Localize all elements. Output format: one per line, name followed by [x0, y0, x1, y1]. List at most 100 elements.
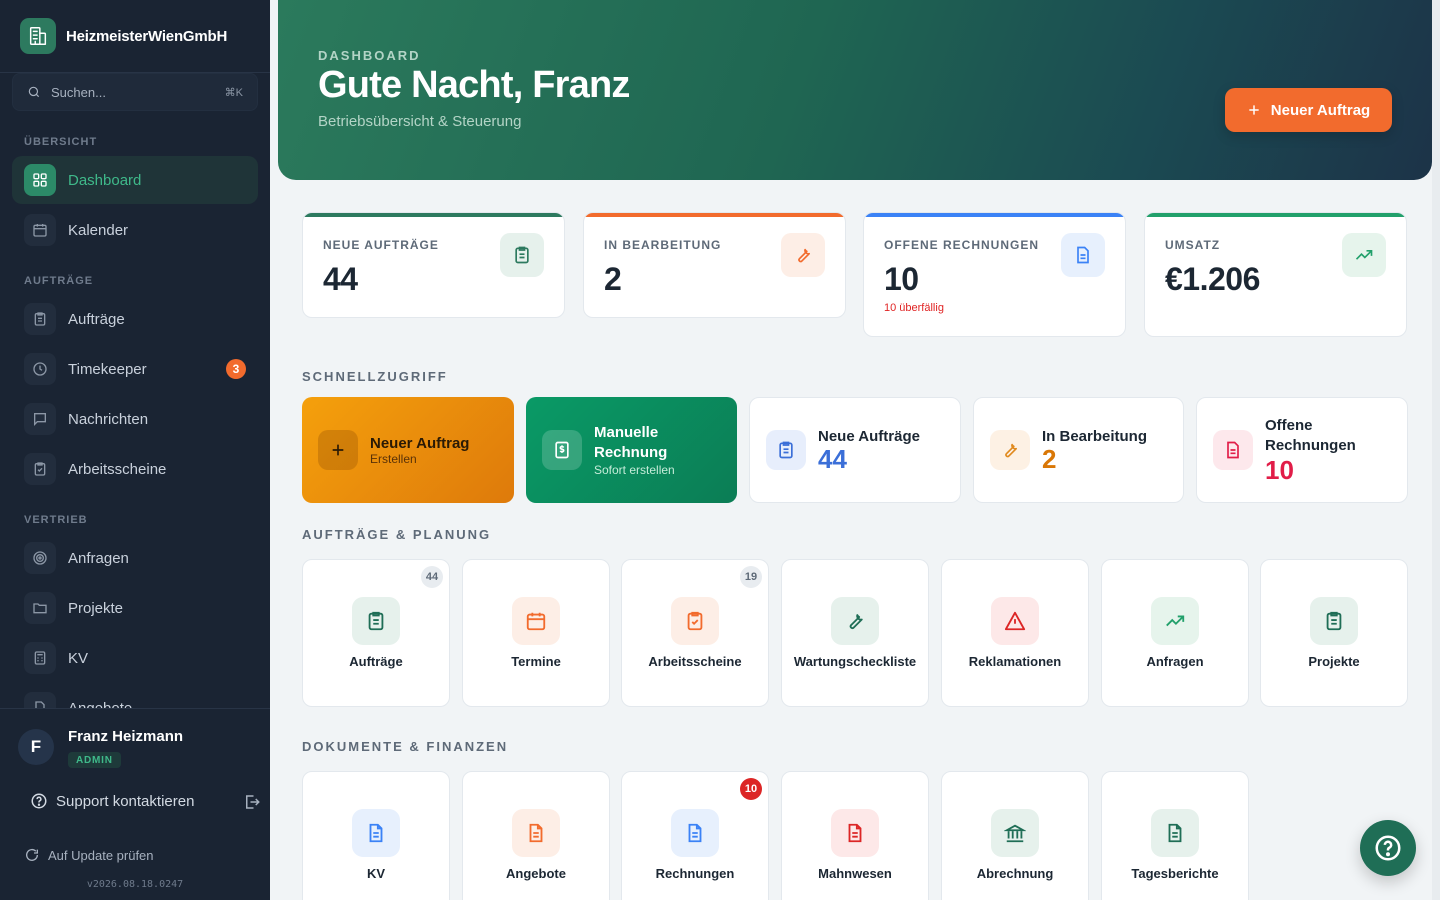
stat-card-new-orders[interactable]: NEUE AUFTRÄGE 44 — [302, 212, 565, 318]
nav-section-overview: ÜBERSICHT — [24, 136, 98, 148]
warning-icon — [991, 597, 1039, 645]
clock-icon — [24, 353, 56, 385]
stat-value: €1.206 — [1165, 261, 1260, 297]
help-circle-icon — [31, 793, 47, 809]
version-text: v2026.08.18.0247 — [86, 879, 184, 890]
quick-sub: Sofort erstellen — [594, 463, 675, 477]
sidebar-item-label: Timekeeper — [68, 360, 147, 378]
sidebar: HeizmeisterWienGmbH Suchen... ⌘K ÜBERSIC… — [0, 0, 270, 900]
sidebar-item-nachrichten[interactable]: Nachrichten — [12, 395, 258, 443]
bank-icon — [991, 809, 1039, 857]
tile-arbeitsscheine[interactable]: 19 Arbeitsscheine — [621, 559, 769, 707]
help-circle-icon — [1375, 835, 1401, 861]
tile-label: Tagesberichte — [1131, 866, 1219, 881]
calculator-icon — [24, 642, 56, 674]
tile-angebote[interactable]: Angebote — [462, 771, 610, 900]
sidebar-item-label: Aufträge — [68, 310, 125, 328]
hero-eyebrow: DASHBOARD — [318, 48, 421, 63]
user-panel: F Franz Heizmann ADMIN Support kontaktie… — [0, 708, 270, 900]
stat-card-revenue[interactable]: UMSATZ €1.206 — [1144, 212, 1407, 337]
sidebar-item-timekeeper[interactable]: Timekeeper 3 — [12, 345, 258, 393]
quick-title: Neuer Auftrag — [370, 434, 470, 452]
quick-sub: Erstellen — [370, 451, 417, 466]
tile-tagesberichte[interactable]: Tagesberichte — [1101, 771, 1249, 900]
document-icon — [1213, 430, 1253, 470]
quick-title: Manuelle Rechnung — [594, 424, 668, 461]
tile-anfragen[interactable]: Anfragen — [1101, 559, 1249, 707]
logout-icon[interactable] — [243, 793, 261, 811]
help-button[interactable] — [1360, 820, 1416, 876]
quick-title: Neue Aufträge — [818, 427, 920, 445]
tile-label: Rechnungen — [655, 866, 735, 881]
sidebar-item-label: Nachrichten — [68, 410, 149, 428]
tile-reklamationen[interactable]: Reklamationen — [941, 559, 1089, 707]
tile-label: Projekte — [1308, 654, 1360, 669]
stat-value: 2 — [604, 261, 622, 297]
section-title-quick: SCHNELLZUGRIFF — [302, 369, 448, 384]
refresh-icon — [26, 848, 38, 861]
invoice-icon — [542, 430, 582, 470]
sidebar-item-dashboard[interactable]: Dashboard — [12, 156, 258, 204]
calendar-icon — [512, 597, 560, 645]
search-input[interactable]: Suchen... ⌘K — [12, 73, 258, 111]
plus-icon — [318, 430, 358, 470]
update-check-button[interactable]: Auf Update prüfen — [24, 847, 154, 863]
avatar[interactable]: F — [18, 729, 54, 765]
tile-label: Arbeitsscheine — [648, 654, 742, 669]
brand[interactable]: HeizmeisterWienGmbH — [20, 18, 227, 54]
document-icon — [1151, 809, 1199, 857]
wrench-icon — [990, 430, 1030, 470]
tile-label: Aufträge — [349, 654, 403, 669]
quick-open-invoices[interactable]: Offene Rechnungen 10 — [1196, 397, 1408, 503]
support-link[interactable]: Support kontaktieren — [30, 792, 194, 810]
sidebar-item-kv[interactable]: KV — [12, 634, 258, 682]
quick-in-progress[interactable]: In Bearbeitung 2 — [973, 397, 1184, 503]
plus-icon — [1249, 105, 1259, 115]
tile-projekte[interactable]: Projekte — [1260, 559, 1408, 707]
document-icon — [1061, 233, 1105, 277]
tile-abrechnung[interactable]: Abrechnung — [941, 771, 1089, 900]
search-icon — [28, 86, 40, 98]
tile-rechnungen[interactable]: 10 Rechnungen — [621, 771, 769, 900]
scrollbar[interactable] — [1432, 0, 1440, 900]
section-title-docs: DOKUMENTE & FINANZEN — [302, 739, 509, 754]
trend-up-icon — [1151, 597, 1199, 645]
stat-card-in-progress[interactable]: IN BEARBEITUNG 2 — [583, 212, 846, 318]
quick-new-orders[interactable]: Neue Aufträge 44 — [749, 397, 961, 503]
document-icon — [671, 809, 719, 857]
tile-label: Anfragen — [1146, 654, 1204, 669]
clipboard-icon — [24, 303, 56, 335]
quick-title: Offene Rechnungen — [1265, 417, 1356, 454]
sidebar-item-anfragen[interactable]: Anfragen — [12, 534, 258, 582]
wrench-icon — [781, 233, 825, 277]
sidebar-item-projekte[interactable]: Projekte — [12, 584, 258, 632]
tile-label: KV — [366, 866, 386, 881]
quick-new-order[interactable]: Neuer Auftrag Erstellen — [302, 397, 514, 503]
new-order-button[interactable]: Neuer Auftrag — [1225, 88, 1392, 132]
overdue-note: 10 überfällig — [884, 302, 944, 314]
stat-value: 44 — [323, 261, 358, 297]
notification-badge: 3 — [226, 359, 246, 379]
tile-mahnwesen[interactable]: Mahnwesen — [781, 771, 929, 900]
sidebar-item-kalender[interactable]: Kalender — [12, 206, 258, 254]
sidebar-item-auftraege[interactable]: Aufträge — [12, 295, 258, 343]
update-label: Auf Update prüfen — [48, 847, 154, 863]
quick-value: 44 — [818, 443, 847, 474]
sidebar-item-arbeitsscheine[interactable]: Arbeitsscheine — [12, 445, 258, 493]
stat-label: IN BEARBEITUNG — [604, 238, 722, 252]
stat-accent-bar — [864, 213, 1125, 217]
tile-wartungscheckliste[interactable]: Wartungscheckliste — [781, 559, 929, 707]
tile-termine[interactable]: Termine — [462, 559, 610, 707]
stat-accent-bar — [584, 213, 845, 217]
sidebar-item-label: KV — [68, 649, 89, 667]
tile-auftraege[interactable]: 44 Aufträge — [302, 559, 450, 707]
quick-manual-invoice[interactable]: Manuelle Rechnung Sofort erstellen — [526, 397, 737, 503]
stat-card-open-invoices[interactable]: OFFENE RECHNUNGEN 10 10 überfällig — [863, 212, 1126, 337]
search-shortcut: ⌘K — [224, 86, 243, 99]
wrench-icon — [831, 597, 879, 645]
quick-value: 10 — [1265, 455, 1294, 485]
stat-label: OFFENE RECHNUNGEN — [884, 238, 1040, 252]
stat-accent-bar — [303, 213, 564, 217]
tile-kv[interactable]: KV — [302, 771, 450, 900]
new-order-label: Neuer Auftrag — [1270, 101, 1371, 119]
